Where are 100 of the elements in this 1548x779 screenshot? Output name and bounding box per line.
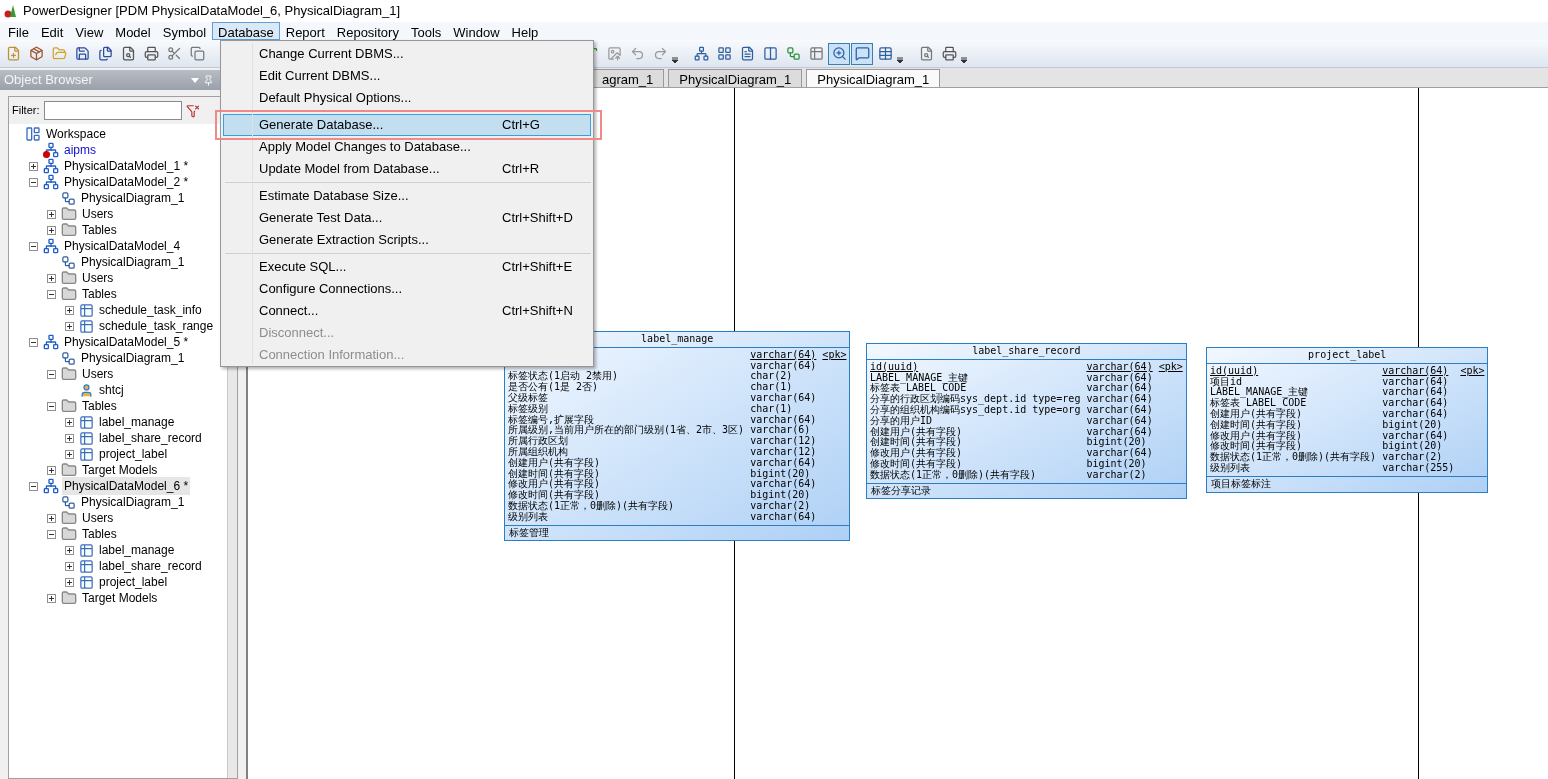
column-type: bigint(20) (1086, 437, 1147, 449)
menu-item[interactable]: Window (447, 22, 506, 40)
tree-item[interactable]: Tables (80, 525, 119, 543)
entity-title: project_label (1308, 350, 1387, 361)
diagram-tab[interactable]: PhysicalDiagram_1 (668, 69, 803, 87)
column-type: varchar(6) (750, 425, 811, 436)
column-type: varchar(255) (1382, 462, 1455, 474)
menu-item[interactable]: Edit (34, 22, 70, 40)
column-type: varchar(64) (1086, 448, 1153, 459)
panel-title: Object Browser (4, 71, 93, 90)
menu-entry[interactable]: Estimate Database Size... (223, 185, 591, 207)
tree-item[interactable]: project_label (97, 445, 170, 463)
tree-item[interactable]: label_share_record (97, 429, 204, 447)
column-type: varchar(64) (1086, 405, 1153, 416)
column-name: 修改用户(共有字段) (870, 448, 964, 459)
tree-item[interactable]: PhysicalDataModel_4 (62, 237, 183, 255)
column-type: varchar(64) (1382, 409, 1450, 420)
menu-entry[interactable]: Connect... Ctrl+Shift+N (223, 300, 591, 322)
column-type: varchar(64) (1382, 376, 1450, 387)
key-marker: <pk> (822, 349, 847, 361)
menu-entry[interactable]: Generate Extraction Scripts... (223, 229, 591, 251)
tree-item[interactable]: Tables (80, 397, 119, 415)
tree-item[interactable]: Users (80, 365, 116, 383)
tree-item[interactable]: PhysicalDiagram_1 (79, 253, 187, 271)
tree-item[interactable]: schedule_task_range (97, 317, 216, 335)
tree-item[interactable]: Users (80, 509, 116, 527)
menu-item[interactable]: Tools (404, 22, 448, 40)
column-type: char(1) (750, 403, 793, 414)
column-type: varchar(64) (1382, 387, 1450, 398)
menu-entry[interactable]: Edit Current DBMS... (223, 65, 591, 87)
column-type: varchar(64) (1086, 415, 1153, 426)
tree-item[interactable]: PhysicalDataModel_6 * (62, 477, 191, 495)
tree-item[interactable]: Tables (80, 221, 119, 239)
tree-item[interactable]: schedule_task_info (97, 301, 204, 319)
diagram-tab[interactable]: PhysicalDiagram_1 (806, 69, 941, 87)
column-name: 是否公有(1是 2否) (508, 382, 600, 393)
tree-item[interactable]: label_share_record (97, 557, 204, 575)
column-name: 修改用户(共有字段) (508, 479, 602, 490)
column-name: 创建时间(共有字段) (870, 437, 964, 448)
column-type: varchar(64) (1086, 372, 1153, 383)
column-type: varchar(2) (1382, 452, 1444, 463)
column-name: 分享的用户ID (870, 415, 933, 427)
key-marker: <pk> (1158, 361, 1183, 373)
key-marker: <pk> (1460, 365, 1485, 377)
menu-entry[interactable]: Apply Model Changes to Database... (223, 136, 591, 158)
tree-item[interactable]: PhysicalDiagram_1 (79, 349, 187, 367)
menu-item[interactable]: Database (212, 22, 280, 40)
column-type: bigint(20) (1382, 419, 1443, 431)
tree-item[interactable]: label_manage (97, 413, 177, 431)
column-name: 项目id (1210, 376, 1243, 388)
menu-item[interactable]: Repository (330, 22, 405, 40)
menu-entry[interactable]: Execute SQL... Ctrl+Shift+E (223, 256, 591, 278)
column-type: varchar(2) (1086, 469, 1148, 481)
column-name: 创建用户(共有字段) (870, 426, 964, 438)
entity-comment: 标签分享记录 (871, 485, 931, 497)
menu-entry[interactable]: Generate Test Data... Ctrl+Shift+D (223, 207, 591, 229)
tree-item[interactable]: Users (80, 269, 116, 287)
tree-item[interactable]: Target Models (80, 589, 160, 607)
menu-entry[interactable]: Generate Database... Ctrl+G (223, 114, 591, 136)
tree-item[interactable]: PhysicalDiagram_1 (79, 189, 187, 207)
column-type: varchar(64) (750, 457, 817, 468)
tree-item[interactable]: PhysicalDiagram_1 (79, 493, 187, 511)
entity-title: label_manage (641, 334, 714, 345)
tree-item[interactable]: Users (80, 205, 116, 223)
menu-item[interactable]: Model (109, 22, 157, 40)
menu-entry[interactable]: Update Model from Database... Ctrl+R (223, 158, 591, 180)
tree-item[interactable]: PhysicalDataModel_2 * (62, 173, 191, 191)
column-type: varchar(64) (750, 479, 817, 490)
tree-item[interactable]: PhysicalDataModel_1 * (62, 157, 191, 175)
tree-item[interactable]: label_manage (97, 541, 177, 559)
window-title: PowerDesigner [PDM PhysicalDataModel_6, PhysicalDiagram_1] (23, 2, 401, 21)
column-type: varchar(64) (750, 414, 817, 425)
column-type: bigint(20) (1382, 441, 1443, 453)
tree-item[interactable]: project_label (97, 573, 170, 591)
tree-item[interactable]: shtcj (97, 381, 126, 399)
column-name: 标签编号,扩展字段 (508, 414, 595, 426)
menu-entry[interactable]: Default Physical Options... (223, 87, 591, 109)
menu-item[interactable]: File (2, 22, 35, 40)
column-name: 修改时间(共有字段) (870, 458, 963, 470)
column-type: varchar(2) (750, 500, 812, 512)
tree-item[interactable]: PhysicalDataModel_5 * (62, 333, 191, 351)
column-name: 级别列表 (508, 511, 548, 523)
menu-item[interactable]: Symbol (156, 22, 213, 40)
column-type: varchar(64) (1086, 426, 1153, 437)
column-name: LABEL_MANAGE_主键 (870, 372, 970, 384)
column-type: varchar(64) (1382, 365, 1450, 376)
tree-item[interactable]: Tables (80, 285, 119, 303)
menu-item[interactable]: Report (279, 22, 331, 40)
menu-entry[interactable]: Configure Connections... (223, 278, 591, 300)
menu-entry[interactable]: Change Current DBMS... (223, 43, 591, 65)
menu-item[interactable]: View (69, 22, 110, 40)
tree-item[interactable]: aipms (62, 141, 98, 159)
column-type: varchar(64) (750, 360, 817, 371)
diagram-tab[interactable]: agram_1 (591, 69, 665, 87)
menu-item[interactable]: Help (505, 22, 545, 40)
tree-item[interactable]: Workspace (44, 125, 108, 143)
column-name: id(uuid) (1210, 365, 1260, 376)
column-type: varchar(64) (750, 511, 817, 523)
tree-item[interactable]: Target Models (80, 461, 160, 479)
column-name: LABEL_MANAGE_主键 (1210, 387, 1310, 398)
